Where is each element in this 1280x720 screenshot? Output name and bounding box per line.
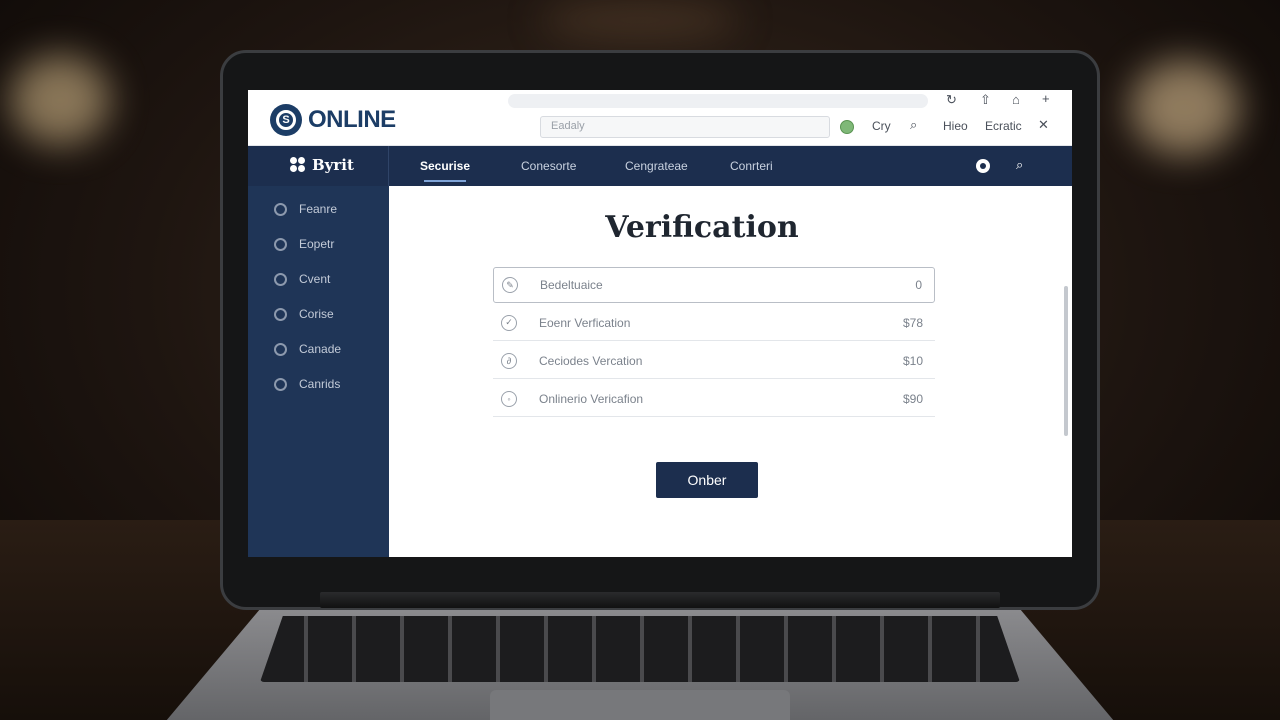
pencil-icon: ✎ <box>502 277 518 293</box>
tab-securise[interactable]: Securise <box>420 159 470 173</box>
active-tab-indicator <box>424 180 466 182</box>
check-icon: ✓ <box>501 314 517 331</box>
brand-name: Byrit <box>312 156 354 174</box>
tab-conesorte[interactable]: Conesorte <box>521 159 576 173</box>
background-light-right <box>1130 60 1240 155</box>
globe-icon[interactable] <box>840 120 854 134</box>
laptop-hinge <box>320 592 1000 608</box>
verification-row[interactable]: ✎ Bedeltuaice 0 <box>493 267 935 303</box>
link-icon: ∂ <box>501 352 517 369</box>
row-value: 0 <box>915 278 922 292</box>
nav-divider <box>388 146 389 186</box>
sidebar-item-label: Eopetr <box>299 237 335 251</box>
new-tab-icon[interactable]: + <box>1042 91 1050 106</box>
sidebar-item-canrids[interactable]: Canrids <box>274 377 340 391</box>
search-input[interactable]: Eadaly <box>540 116 830 138</box>
search-icon[interactable]: ⌕ <box>910 117 917 133</box>
sidebar-item-icon <box>274 202 287 216</box>
verification-row[interactable]: ∂ Ceciodes Vercation $10 <box>493 343 935 379</box>
sidebar-item-eopetr[interactable]: Eopetr <box>274 237 334 251</box>
header-link-cry[interactable]: Cry <box>872 119 891 133</box>
scrollbar[interactable] <box>1064 286 1068 436</box>
row-value: $90 <box>902 391 923 406</box>
verification-row[interactable]: ◦ Onlinerio Vericafion $90 <box>493 381 935 417</box>
sidebar-item-icon <box>274 377 287 391</box>
row-value: $78 <box>902 315 923 330</box>
page-title: Verification <box>605 210 799 245</box>
tab-cengrateae[interactable]: Cengrateae <box>625 159 688 173</box>
profile-icon[interactable] <box>976 159 990 173</box>
close-icon[interactable]: ✕ <box>1038 117 1049 133</box>
row-label: Eoenr Verfication <box>539 315 631 330</box>
sidebar-item-label: Cvent <box>299 272 331 286</box>
sidebar-item-icon <box>274 307 287 321</box>
screen: ↻ ⇧ ⌂ + S ONLINE Eadaly Cry ⌕ Hieo Ecrat… <box>248 90 1072 557</box>
row-label: Ceciodes Vercation <box>539 353 643 368</box>
sidebar-item-cvent[interactable]: Cvent <box>274 272 330 286</box>
nav-search-icon[interactable]: ⌕ <box>1016 157 1023 173</box>
laptop-trackpad <box>490 690 790 720</box>
row-label: Bedeltuaice <box>540 278 603 292</box>
verification-row[interactable]: ✓ Eoenr Verfication $78 <box>493 305 935 341</box>
sidebar-item-icon <box>274 342 287 356</box>
reload-icon[interactable]: ↻ <box>946 92 957 108</box>
header-link-hieo[interactable]: Hieo <box>943 119 968 133</box>
tab-conrteri[interactable]: Conrteri <box>730 159 773 173</box>
sidebar-item-icon <box>274 272 287 286</box>
sidebar-item-icon <box>274 237 287 251</box>
laptop-keyboard <box>260 616 1020 682</box>
sidebar-item-label: Canrids <box>299 377 341 391</box>
row-value: $10 <box>902 353 923 368</box>
site-logo[interactable]: S ONLINE <box>270 104 396 136</box>
sidebar: Feanre Eopetr Cvent Corise Canade Canrid… <box>248 186 389 557</box>
home-icon[interactable]: ⌂ <box>1012 92 1020 107</box>
top-bar: ↻ ⇧ ⌂ + S ONLINE Eadaly Cry ⌕ Hieo Ecrat… <box>248 90 1072 146</box>
nav-bar: Byrit Securise Conesorte Cengrateae Conr… <box>248 146 1072 186</box>
circle-icon: ◦ <box>501 390 517 407</box>
header-link-ecratic[interactable]: Ecratic <box>985 119 1022 133</box>
logo-icon: S <box>270 104 302 136</box>
sidebar-item-corise[interactable]: Corise <box>274 307 334 321</box>
background-light-top <box>540 0 740 40</box>
address-bar[interactable] <box>508 94 928 108</box>
submit-button[interactable]: Onber <box>656 462 758 498</box>
sidebar-item-canade[interactable]: Canade <box>274 342 341 356</box>
sidebar-item-label: Corise <box>299 307 334 321</box>
background-light-left <box>10 55 110 145</box>
logo-text: ONLINE <box>308 106 396 133</box>
brand-icon <box>290 157 306 173</box>
main-content: Verification ✎ Bedeltuaice 0 ✓ Eoenr Ver… <box>389 186 1072 557</box>
row-label: Onlinerio Vericafion <box>539 391 644 406</box>
brand[interactable]: Byrit <box>290 156 354 174</box>
sidebar-item-label: Canade <box>299 342 342 356</box>
sidebar-item-feanre[interactable]: Feanre <box>274 202 337 216</box>
sidebar-item-label: Feanre <box>299 202 338 216</box>
share-icon[interactable]: ⇧ <box>980 92 991 108</box>
